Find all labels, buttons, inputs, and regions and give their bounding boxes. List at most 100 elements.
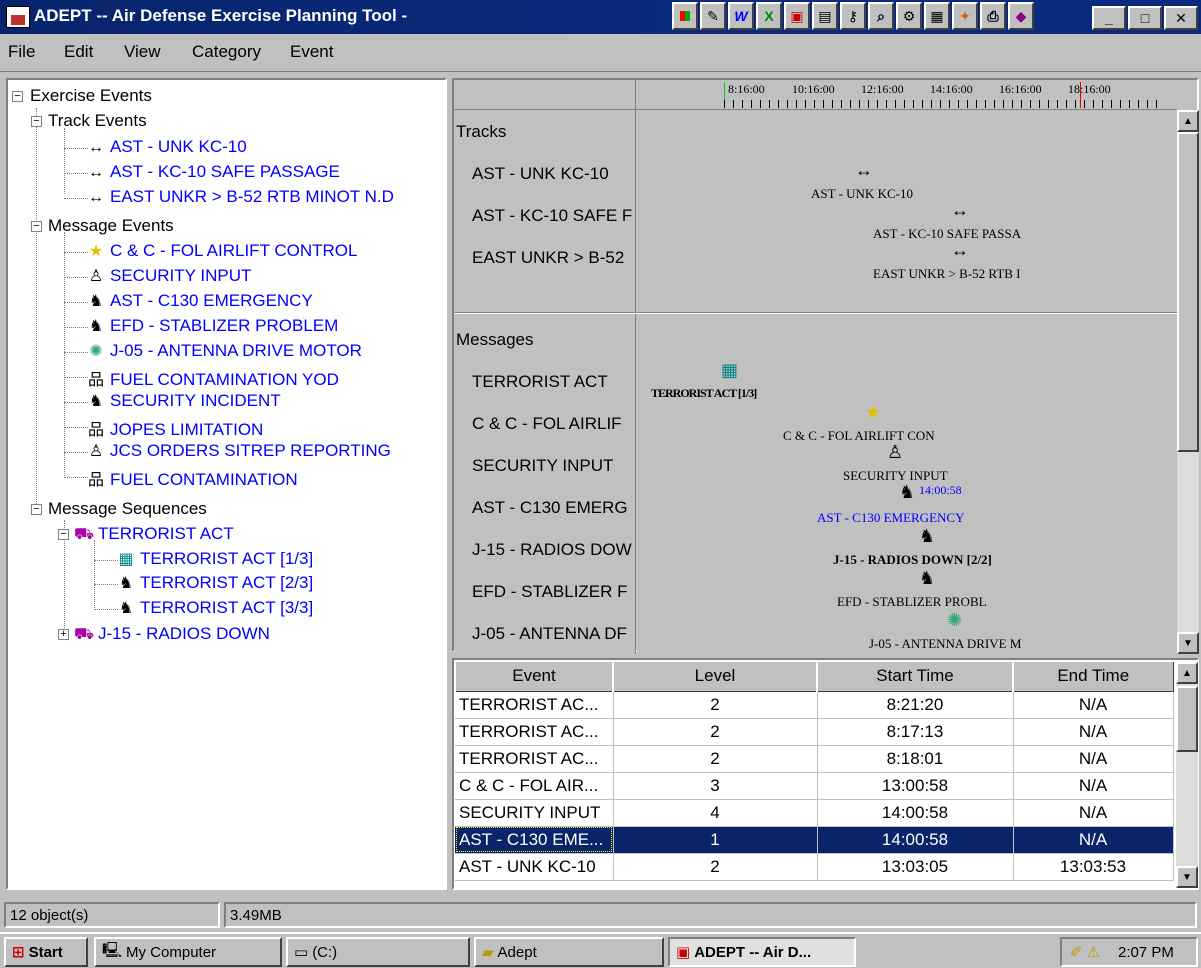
table-row[interactable]: TERRORIST AC... 2 8:21:20 N/A bbox=[455, 691, 1174, 719]
scroll-thumb[interactable] bbox=[1177, 132, 1199, 452]
message-label[interactable]: J-15 - RADIOS DOW bbox=[472, 540, 632, 560]
satellite-icon[interactable]: ✺ bbox=[947, 610, 962, 631]
track-label[interactable]: EAST UNKR > B-52 bbox=[472, 248, 624, 268]
collapse-icon[interactable]: − bbox=[12, 91, 23, 102]
tree-item-sequence[interactable]: ♞ TERRORIST ACT [3/3] bbox=[116, 598, 313, 618]
chess-knight-icon[interactable]: ♞ bbox=[919, 568, 935, 589]
find-icon[interactable]: ⌕ bbox=[868, 2, 894, 30]
menu-view[interactable]: View bbox=[124, 42, 161, 62]
message-label[interactable]: J-05 - ANTENNA DF bbox=[472, 624, 627, 644]
close-button[interactable]: ✕ bbox=[1164, 6, 1198, 30]
tree-message-sequences[interactable]: Message Sequences bbox=[48, 499, 207, 519]
double-arrow-icon[interactable]: ↔ bbox=[951, 240, 969, 261]
scroll-down-button[interactable]: ▼ bbox=[1177, 632, 1199, 654]
menu-file[interactable]: File bbox=[8, 42, 35, 62]
collapse-icon[interactable]: − bbox=[31, 221, 42, 232]
tray-warning-icon[interactable]: ⚠ bbox=[1087, 943, 1100, 961]
tools-icon[interactable]: ⚙ bbox=[896, 2, 922, 30]
column-header-level[interactable]: Level bbox=[612, 660, 818, 692]
collapse-icon[interactable]: − bbox=[31, 116, 42, 127]
tree-item-track[interactable]: ↔ AST - UNK KC-10 bbox=[86, 137, 247, 157]
tree-item-message[interactable]: 品 JOPES LIMITATION bbox=[86, 416, 263, 440]
scroll-down-button[interactable]: ▼ bbox=[1176, 866, 1198, 888]
grid-icon[interactable]: ▦ bbox=[924, 2, 950, 30]
tray-pen-icon[interactable]: ✐ bbox=[1070, 943, 1083, 961]
app-icon[interactable] bbox=[6, 6, 30, 28]
person-icon[interactable]: ♙ bbox=[887, 442, 903, 463]
table-row[interactable]: AST - UNK KC-10 2 13:03:05 13:03:53 bbox=[455, 853, 1174, 881]
timeline-scrollbar[interactable]: ▲ ▼ bbox=[1177, 110, 1199, 654]
scroll-thumb[interactable] bbox=[1176, 686, 1198, 752]
collapse-icon[interactable]: − bbox=[31, 504, 42, 515]
grid-scrollbar[interactable]: ▲ ▼ bbox=[1176, 662, 1198, 888]
message-label[interactable]: C & C - FOL AIRLIF bbox=[472, 414, 622, 434]
tree-item-sequence[interactable]: ▦ TERRORIST ACT [1/3] bbox=[116, 549, 313, 569]
taskbar-item[interactable]: ▰ Adept bbox=[474, 937, 664, 967]
time-ruler[interactable]: 8:16:00 10:16:00 12:16:00 14:16:00 16:16… bbox=[636, 82, 1176, 110]
collapse-icon[interactable]: − bbox=[58, 529, 69, 540]
track-label[interactable]: AST - KC-10 SAFE F bbox=[472, 206, 632, 226]
tree-item-message[interactable]: ♙ SECURITY INPUT bbox=[86, 266, 252, 286]
table-row[interactable]: TERRORIST AC... 2 8:17:13 N/A bbox=[455, 718, 1174, 746]
star-icon[interactable]: ★ bbox=[865, 402, 881, 423]
column-header-event[interactable]: Event bbox=[454, 660, 614, 692]
table-row[interactable]: SECURITY INPUT 4 14:00:58 N/A bbox=[455, 799, 1174, 827]
menu-edit[interactable]: Edit bbox=[64, 42, 93, 62]
book-icon[interactable]: ◆ bbox=[1008, 2, 1034, 30]
tree-track-events[interactable]: Track Events bbox=[48, 111, 147, 131]
maximize-button[interactable]: □ bbox=[1128, 6, 1162, 30]
excel-icon[interactable]: X bbox=[756, 2, 782, 30]
column-header-start-time[interactable]: Start Time bbox=[816, 660, 1014, 692]
message-label[interactable]: SECURITY INPUT bbox=[472, 456, 613, 476]
tree-item-message[interactable]: ★ C & C - FOL AIRLIFT CONTROL bbox=[86, 241, 358, 261]
scroll-up-button[interactable]: ▲ bbox=[1176, 662, 1198, 684]
taskbar-item-active[interactable]: ▣ ADEPT -- Air D... bbox=[668, 937, 856, 967]
message-label[interactable]: AST - C130 EMERG bbox=[472, 498, 628, 518]
puzzle-icon[interactable]: ✦ bbox=[952, 2, 978, 30]
column-header-end-time[interactable]: End Time bbox=[1012, 660, 1174, 692]
table-row-selected[interactable]: AST - C130 EME... 1 14:00:58 N/A bbox=[455, 826, 1174, 854]
calendar-icon[interactable]: ▤ bbox=[812, 2, 838, 30]
taskbar-item[interactable]: ▭ (C:) bbox=[286, 937, 470, 967]
tree-item-message[interactable]: 品 FUEL CONTAMINATION bbox=[86, 466, 298, 490]
message-label[interactable]: TERRORIST ACT bbox=[472, 372, 608, 392]
double-arrow-icon[interactable]: ↔ bbox=[855, 160, 873, 181]
scroll-up-button[interactable]: ▲ bbox=[1177, 110, 1199, 132]
powerpoint-icon[interactable]: ▣ bbox=[784, 2, 810, 30]
tree-root[interactable]: Exercise Events bbox=[30, 86, 152, 106]
key-icon[interactable]: ⚷ bbox=[840, 2, 866, 30]
tree-item-message[interactable]: ♞ SECURITY INCIDENT bbox=[86, 391, 281, 411]
notes-icon[interactable]: ✎ bbox=[700, 2, 726, 30]
table-row[interactable]: C & C - FOL AIR... 3 13:00:58 N/A bbox=[455, 772, 1174, 800]
tree-item-track[interactable]: ↔ EAST UNKR > B-52 RTB MINOT N.D bbox=[86, 187, 394, 207]
table-row[interactable]: TERRORIST AC... 2 8:18:01 N/A bbox=[455, 745, 1174, 773]
tree-item-message[interactable]: 品 FUEL CONTAMINATION YOD bbox=[86, 366, 339, 390]
menu-event[interactable]: Event bbox=[290, 42, 333, 62]
tree-item-message[interactable]: ♙ JCS ORDERS SITREP REPORTING bbox=[86, 441, 391, 461]
tree-sequence-radios[interactable]: ⛟ J-15 - RADIOS DOWN bbox=[74, 624, 270, 645]
track-label[interactable]: AST - UNK KC-10 bbox=[472, 164, 609, 184]
tree-item-track[interactable]: ↔ AST - KC-10 SAFE PASSAGE bbox=[86, 162, 340, 182]
chess-knight-icon[interactable]: ♞ bbox=[899, 482, 915, 503]
expand-icon[interactable]: + bbox=[58, 629, 69, 640]
word-icon[interactable]: W bbox=[728, 2, 754, 30]
taskbar-item[interactable]: 🖳 My Computer bbox=[94, 937, 282, 967]
event-tree[interactable]: − Exercise Events − Track Events ↔ AST - … bbox=[6, 78, 447, 890]
tree-item-message[interactable]: ✺ J-05 - ANTENNA DRIVE MOTOR bbox=[86, 341, 362, 361]
tree-item-message[interactable]: ♞ EFD - STABLIZER PROBLEM bbox=[86, 316, 338, 336]
printer-icon[interactable]: ⎙ bbox=[980, 2, 1006, 30]
tree-message-events[interactable]: Message Events bbox=[48, 216, 174, 236]
tree-item-sequence[interactable]: ♞ TERRORIST ACT [2/3] bbox=[116, 573, 313, 593]
calculator-icon[interactable]: ▦ bbox=[721, 360, 738, 381]
clock[interactable]: 2:07 PM bbox=[1118, 944, 1174, 961]
color-grid-icon[interactable] bbox=[672, 2, 698, 30]
tree-item-message[interactable]: ♞ AST - C130 EMERGENCY bbox=[86, 291, 313, 311]
menu-category[interactable]: Category bbox=[192, 42, 261, 62]
double-arrow-icon[interactable]: ↔ bbox=[951, 200, 969, 221]
message-label[interactable]: EFD - STABLIZER F bbox=[472, 582, 628, 602]
chess-knight-icon[interactable]: ♞ bbox=[919, 526, 935, 547]
timeline-chart[interactable]: ↔ AST - UNK KC-10 ↔ AST - KC-10 SAFE PAS… bbox=[637, 110, 1177, 654]
tree-sequence-terrorist[interactable]: ⛟ TERRORIST ACT bbox=[74, 524, 234, 545]
start-button[interactable]: ⊞ Start bbox=[4, 937, 88, 967]
minimize-button[interactable]: _ bbox=[1092, 6, 1126, 30]
